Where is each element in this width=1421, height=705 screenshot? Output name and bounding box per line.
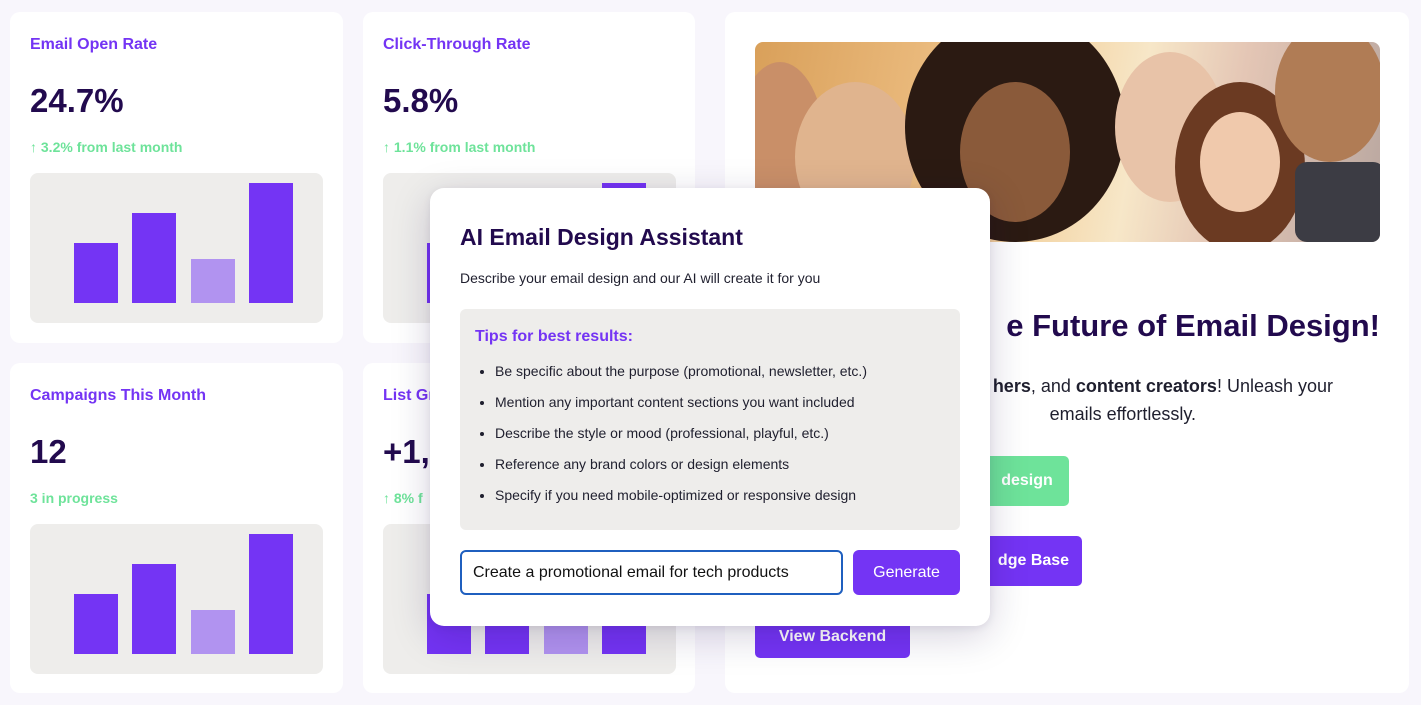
tip-item: Specify if you need mobile-optimized or …	[495, 485, 867, 516]
chart-bar	[74, 243, 118, 303]
chart-bar	[132, 213, 176, 303]
chart-bar	[74, 594, 118, 654]
hero-text-part: ! Unleash your	[1216, 376, 1333, 396]
metric-change: ↑ 8% f	[383, 490, 423, 506]
metric-title: Campaigns This Month	[30, 387, 206, 404]
metric-change: 3 in progress	[30, 490, 118, 506]
modal-title: AI Email Design Assistant	[460, 224, 743, 250]
ai-assistant-modal: AI Email Design Assistant Describe your …	[430, 188, 990, 626]
knowledge-base-button[interactable]: dge Base	[985, 536, 1082, 586]
mini-bar-chart	[30, 524, 323, 674]
metric-value: 24.7%	[30, 82, 124, 119]
tips-panel: Tips for best results: Be specific about…	[460, 309, 960, 530]
metric-title: List Gr	[383, 387, 435, 404]
chart-bar	[191, 610, 235, 654]
tip-item: Be specific about the purpose (promotion…	[495, 361, 867, 392]
button-label: dge Base	[997, 552, 1070, 569]
mini-bar-chart	[30, 173, 323, 323]
metric-value: +1,	[383, 433, 430, 470]
metric-value: 12	[30, 433, 67, 470]
metric-change: ↑ 1.1% from last month	[383, 139, 536, 155]
metric-card-campaigns: Campaigns This Month 12 3 in progress	[10, 363, 343, 693]
metric-title: Email Open Rate	[30, 36, 158, 53]
tips-title: Tips for best results:	[475, 328, 633, 345]
chart-bar	[191, 259, 235, 303]
hero-text-bold-1: hers	[992, 376, 1031, 396]
modal-description: Describe your email design and our AI wi…	[460, 270, 821, 286]
metric-card-open-rate: Email Open Rate 24.7% ↑ 3.2% from last m…	[10, 12, 343, 343]
metric-value: 5.8%	[383, 82, 459, 119]
start-design-button[interactable]: design	[985, 456, 1069, 506]
generate-button[interactable]: Generate	[853, 550, 960, 595]
button-label: design	[1001, 472, 1053, 489]
tips-list: Be specific about the purpose (promotion…	[495, 361, 867, 516]
button-label: View Backend	[778, 628, 887, 645]
tip-item: Mention any important content sections y…	[495, 392, 867, 423]
tip-item: Describe the style or mood (professional…	[495, 423, 867, 454]
hero-text-bold-2: content creators	[1075, 376, 1217, 396]
hero-text-part: , and	[1030, 376, 1076, 396]
metric-title: Click-Through Rate	[383, 36, 531, 53]
chart-bar	[249, 534, 293, 654]
chart-bar	[249, 183, 293, 303]
design-prompt-input[interactable]	[460, 550, 843, 595]
button-label: Generate	[873, 563, 940, 581]
metric-change: ↑ 3.2% from last month	[30, 139, 183, 155]
chart-bar	[132, 564, 176, 654]
tip-item: Reference any brand colors or design ele…	[495, 454, 867, 485]
